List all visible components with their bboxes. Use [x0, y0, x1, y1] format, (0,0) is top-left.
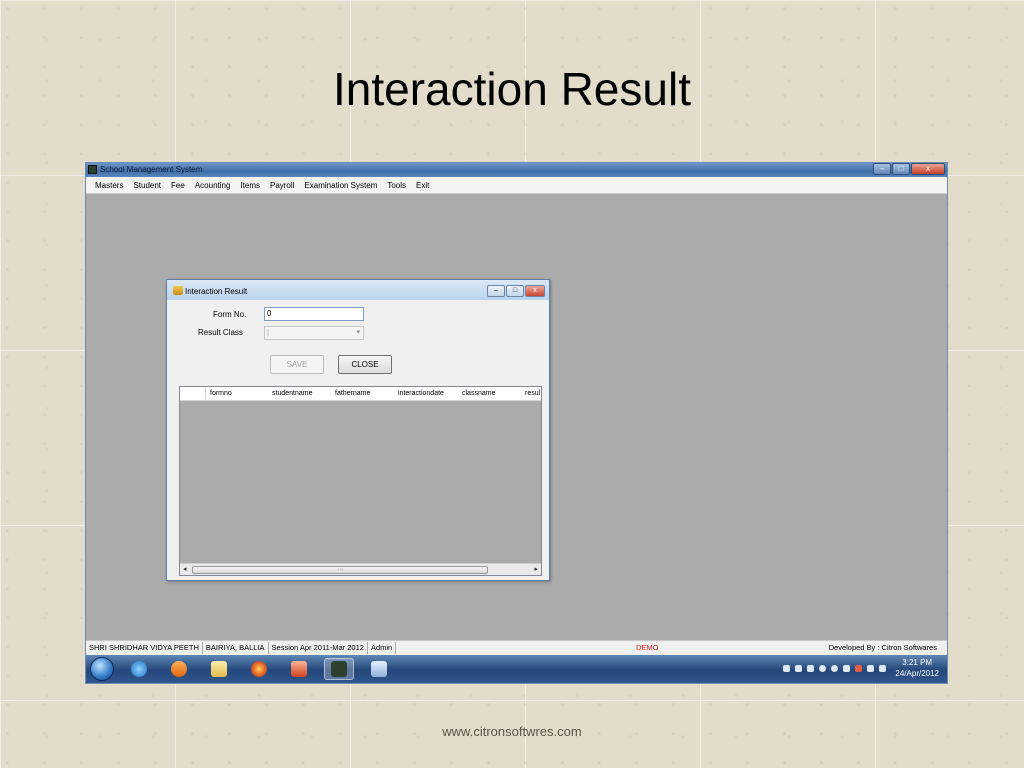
menu-examination-system[interactable]: Examination System [299, 181, 382, 190]
close-button[interactable]: CLOSE [338, 355, 392, 374]
col-studentname[interactable]: studentname [272, 390, 312, 397]
menu-masters[interactable]: Masters [90, 181, 128, 190]
file-explorer-icon[interactable] [204, 658, 234, 680]
col-classname[interactable]: classname [462, 390, 495, 397]
menu-student[interactable]: Student [128, 181, 166, 190]
tray-flag-icon[interactable] [855, 664, 863, 672]
status-demo: DEMO [636, 643, 659, 652]
app-minimize-button[interactable]: – [873, 163, 891, 175]
results-grid[interactable]: formno studentname fathername interactio… [179, 386, 542, 576]
status-developer: Developed By : Citron Softwares [828, 643, 937, 652]
tray-grid-icon[interactable] [807, 664, 815, 672]
tray-network-icon[interactable] [783, 664, 791, 672]
statusbar: SHRI SHRIDHAR VIDYA PEETH BAIRIYA, BALLI… [86, 640, 947, 655]
menu-fee[interactable]: Fee [166, 181, 190, 190]
tray-record-icon[interactable] [819, 664, 827, 672]
tray-clock[interactable]: 3:21 PM 24/Apr/2012 [895, 657, 939, 679]
col-formno[interactable]: formno [210, 390, 232, 397]
form-no-label: Form No. [213, 310, 247, 319]
dialog-minimize-button[interactable]: – [487, 285, 505, 297]
status-location: BAIRIYA, BALLIA [203, 642, 269, 654]
app-window: School Management System – □ x Masters S… [85, 162, 948, 684]
paint-icon[interactable] [364, 658, 394, 680]
menu-items[interactable]: Items [235, 181, 265, 190]
save-button[interactable]: SAVE [270, 355, 324, 374]
app-titlebar: School Management System – □ x [86, 163, 947, 177]
clock-date: 24/Apr/2012 [895, 669, 939, 678]
dialog-icon [173, 286, 183, 295]
slide-footer: www.citronsoftwres.com [442, 724, 582, 739]
tray-dot-icon[interactable] [831, 664, 839, 672]
internet-explorer-icon[interactable] [124, 658, 154, 680]
scroll-right-icon[interactable]: ▸ [534, 565, 538, 573]
school-app-icon[interactable] [324, 658, 354, 680]
tray-monitor-icon[interactable] [879, 664, 887, 672]
menubar: Masters Student Fee Acounting Items Payr… [86, 177, 947, 194]
result-class-select[interactable]: | ▾ [264, 326, 364, 340]
dialog-titlebar: Interaction Result – □ x [167, 280, 549, 300]
status-school: SHRI SHRIDHAR VIDYA PEETH [86, 642, 203, 654]
col-interactiondate[interactable]: interactiondate [398, 390, 444, 397]
menu-payroll[interactable]: Payroll [265, 181, 299, 190]
menu-exit[interactable]: Exit [411, 181, 434, 190]
status-session: Session Apr 2011-Mar 2012 [269, 642, 368, 654]
presentation-icon[interactable] [284, 658, 314, 680]
interaction-result-dialog: Interaction Result – □ x Form No. 0 Resu… [166, 279, 550, 581]
dialog-title: Interaction Result [185, 287, 248, 296]
tray-battery-icon[interactable] [843, 664, 851, 672]
app-icon [88, 165, 97, 174]
clock-time: 3:21 PM [902, 658, 933, 667]
app-title: School Management System [100, 165, 203, 174]
menu-acounting[interactable]: Acounting [190, 181, 236, 190]
grid-row-header [180, 387, 206, 400]
scroll-thumb[interactable]: ⋯ [192, 566, 488, 574]
scroll-left-icon[interactable]: ◂ [183, 565, 187, 573]
start-button[interactable] [90, 657, 114, 681]
chevron-down-icon: ▾ [356, 329, 360, 336]
dialog-close-button[interactable]: x [525, 285, 545, 297]
grid-header: formno studentname fathername interactio… [180, 387, 541, 401]
firefox-icon[interactable] [244, 658, 274, 680]
taskbar: 3:21 PM 24/Apr/2012 [86, 655, 947, 683]
slide-title: Interaction Result [333, 63, 691, 115]
form-no-input[interactable]: 0 [264, 307, 364, 321]
app-maximize-button[interactable]: □ [892, 163, 910, 175]
horizontal-scrollbar[interactable]: ◂ ⋯ ▸ [180, 563, 541, 575]
app-close-button[interactable]: x [911, 163, 945, 175]
tray-volume-icon[interactable] [867, 664, 875, 672]
dialog-maximize-button[interactable]: □ [506, 285, 524, 297]
menu-tools[interactable]: Tools [382, 181, 411, 190]
col-result[interactable]: resul [525, 390, 540, 397]
media-player-icon[interactable] [164, 658, 194, 680]
col-fathername[interactable]: fathername [335, 390, 370, 397]
status-user: Admin [368, 642, 397, 654]
result-class-value: | [267, 328, 270, 337]
system-tray: 3:21 PM 24/Apr/2012 [783, 657, 939, 679]
result-class-label: Result Class [198, 328, 243, 337]
tray-app-icon[interactable] [795, 664, 803, 672]
